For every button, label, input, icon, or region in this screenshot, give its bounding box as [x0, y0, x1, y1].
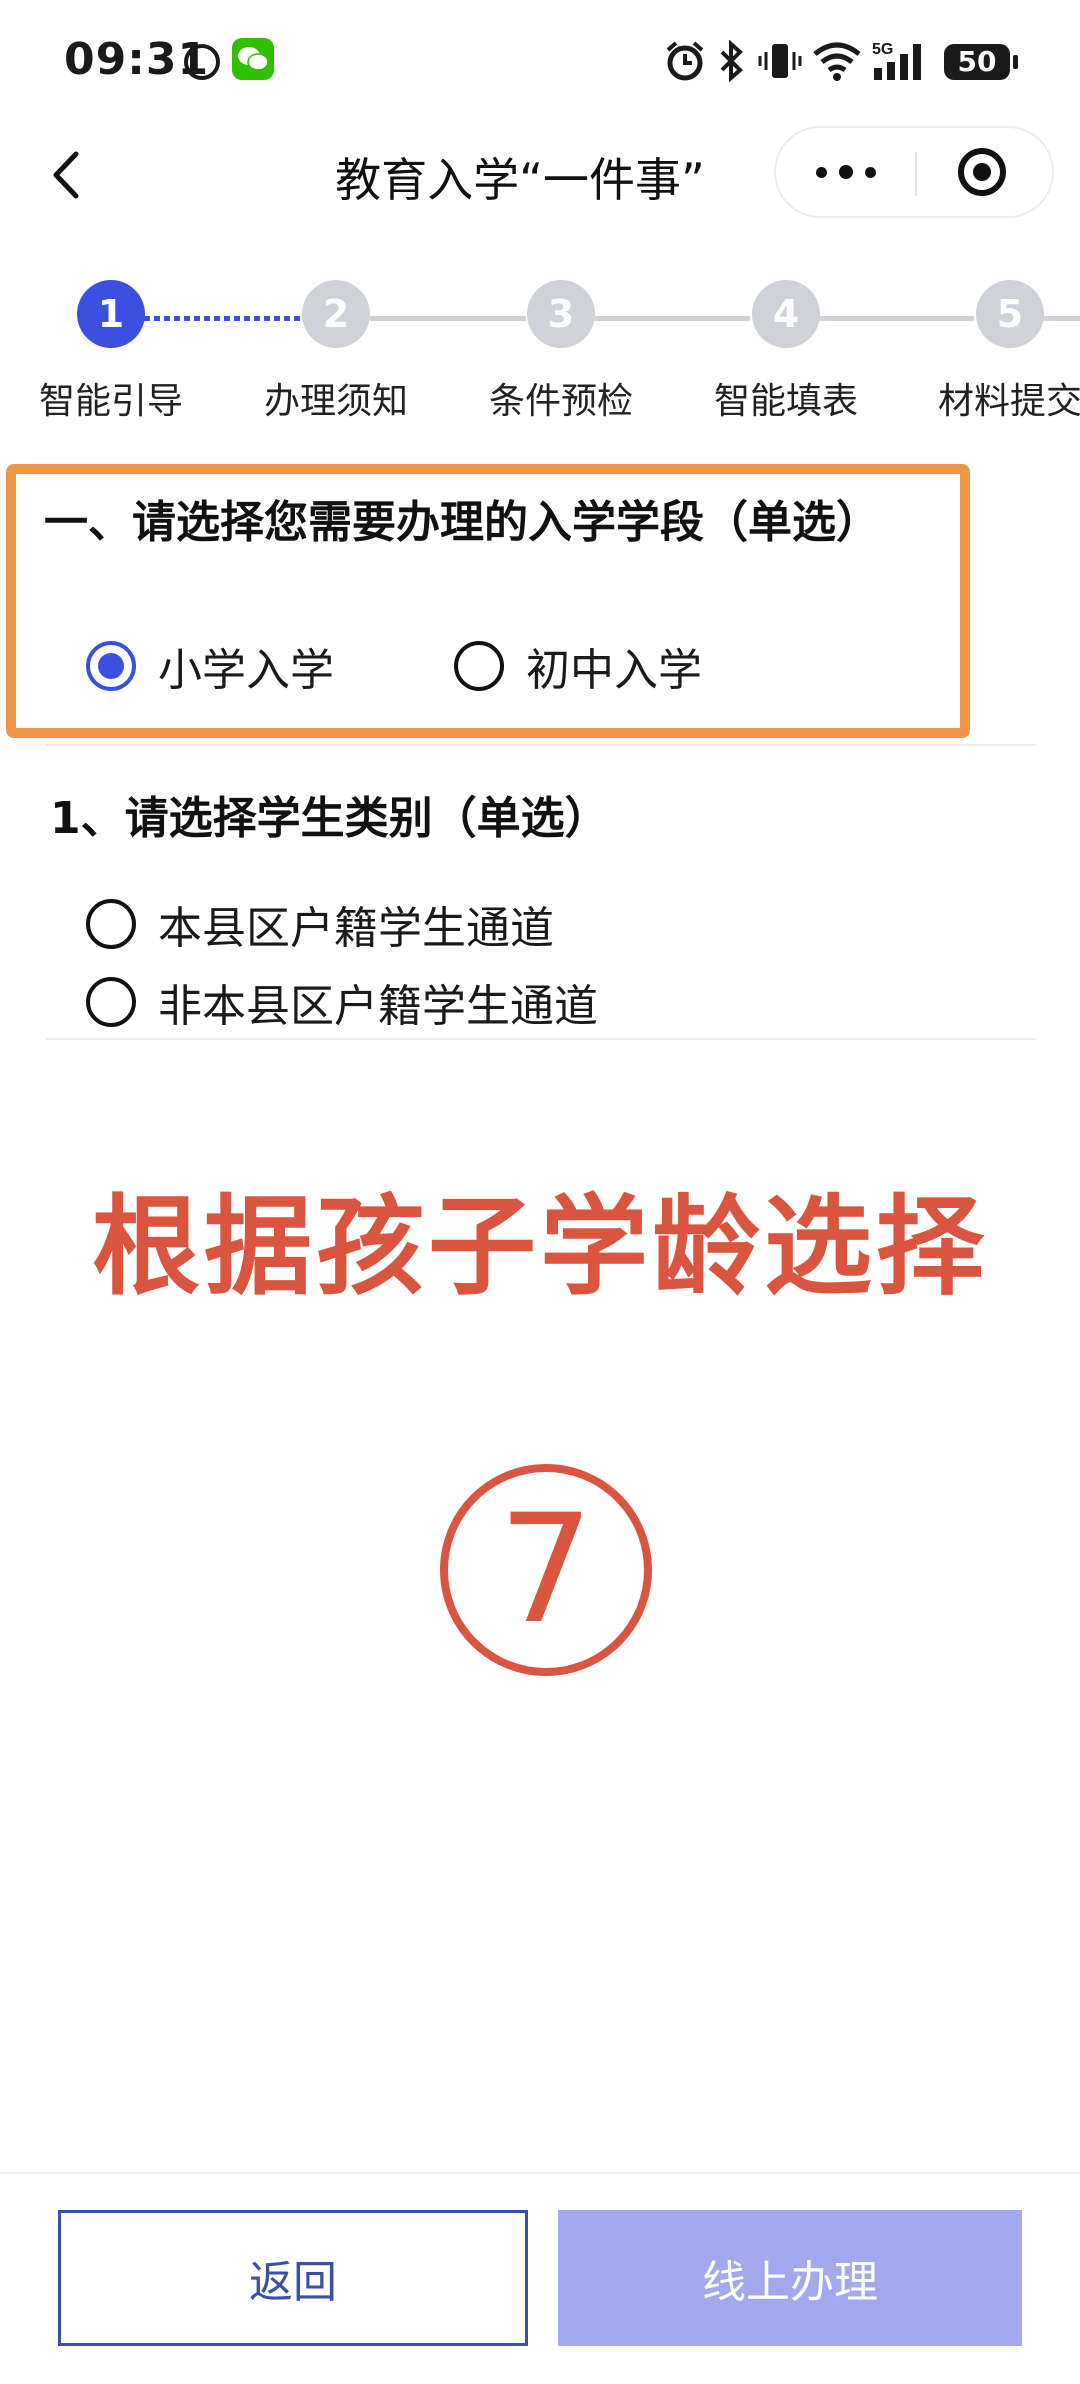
capsule-divider: [915, 152, 917, 196]
section-divider: [46, 1038, 1036, 1040]
section-divider: [46, 744, 1036, 746]
annotation-text: 根据孩子学龄选择: [91, 1185, 988, 1310]
radio-label: 非本县区户籍学生通道: [158, 981, 598, 1032]
radio-unchecked-icon[interactable]: [454, 641, 504, 691]
radio-option-nonlocal[interactable]: 非本县区户籍学生通道: [86, 970, 598, 1034]
step-2: 2 办理须知: [236, 280, 436, 424]
nav-bar: 教育入学“一件事”: [0, 120, 1080, 230]
step-label: 智能引导: [38, 381, 183, 422]
hotspot-icon: [184, 44, 220, 80]
wechat-icon: [232, 38, 274, 80]
bluetooth-icon: [720, 40, 743, 82]
radio-option-junior[interactable]: 初中入学: [454, 634, 702, 698]
step-number: 2: [302, 280, 370, 348]
svg-text:5G: 5G: [872, 41, 893, 58]
progress-stepper: 1 智能引导 2 办理须知 3 条件预检 4 智能填表 5 材料提交: [0, 280, 1080, 430]
online-handle-button[interactable]: 线上办理: [558, 2210, 1022, 2346]
step-5: 5 材料提交: [910, 280, 1080, 424]
annotation-step-number: 7: [440, 1464, 652, 1676]
step-4: 4 智能填表: [686, 280, 886, 424]
step-label: 办理须知: [263, 381, 408, 422]
close-target-icon[interactable]: [958, 148, 1006, 196]
vibrate-icon: [758, 44, 802, 78]
wifi-icon: [813, 42, 861, 81]
radio-label: 本县区户籍学生通道: [158, 903, 554, 954]
radio-unchecked-icon[interactable]: [86, 977, 136, 1027]
step-3: 3 条件预检: [461, 280, 661, 424]
alarm-icon: [666, 41, 704, 81]
radio-unchecked-icon[interactable]: [86, 899, 136, 949]
step-label: 条件预检: [488, 381, 633, 422]
battery-indicator: 50: [944, 44, 1018, 80]
step-number: 4: [752, 280, 820, 348]
back-button[interactable]: 返回: [58, 2210, 528, 2346]
bottom-action-bar: 返回 线上办理: [0, 2172, 1080, 2384]
question-title: 1、请选择学生类别（单选）: [50, 793, 609, 844]
step-label: 材料提交: [937, 381, 1080, 422]
radio-option-primary[interactable]: 小学入学: [86, 634, 334, 698]
radio-option-local[interactable]: 本县区户籍学生通道: [86, 892, 554, 956]
radio-checked-icon[interactable]: [86, 641, 136, 691]
step-number: 1: [77, 280, 145, 348]
more-icon[interactable]: [816, 128, 876, 216]
step-number: 5: [976, 280, 1044, 348]
step-label: 智能填表: [713, 381, 858, 422]
mini-program-capsule: [774, 126, 1054, 218]
step-1: 1 智能引导: [11, 280, 211, 424]
signal-5g-icon: 5G: [872, 41, 921, 80]
radio-label: 小学入学: [158, 645, 334, 696]
section-title: 一、请选择您需要办理的入学学段（单选）: [44, 497, 880, 548]
status-bar: 09:31 5G 50: [0, 0, 1080, 120]
radio-label: 初中入学: [526, 645, 702, 696]
step-number: 3: [527, 280, 595, 348]
